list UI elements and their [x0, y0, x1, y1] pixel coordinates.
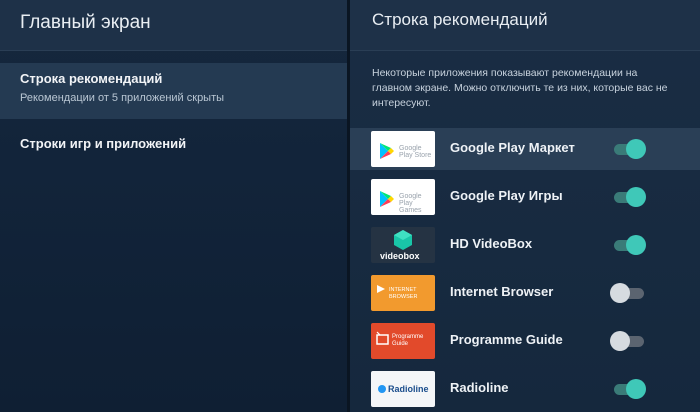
app-name: Programme Guide: [450, 332, 563, 347]
toggle-google-play-games[interactable]: [614, 187, 646, 207]
left-panel-title: Главный экран: [20, 12, 151, 33]
right-panel: Строка рекомендаций Некоторые приложения…: [350, 0, 700, 412]
toggle-knob: [626, 139, 646, 159]
app-name: Google Play Маркет: [450, 140, 575, 155]
app-name: Internet Browser: [450, 284, 554, 299]
left-panel: Главный экран Строка рекомендаций Рекоме…: [0, 0, 347, 412]
radioline-thumbnail: Radioline: [371, 371, 435, 407]
app-row-google-play-games[interactable]: Google Play Games Google Play Игры: [350, 176, 700, 218]
toggle-google-play-market[interactable]: [614, 139, 646, 159]
toggle-programme-guide[interactable]: [610, 331, 646, 351]
app-row-radioline[interactable]: Radioline Radioline: [350, 368, 700, 410]
thumb-caption: Google Play Store: [399, 145, 432, 159]
toggle-internet-browser[interactable]: [610, 283, 646, 303]
google-play-store-thumbnail: Google Play Store: [371, 131, 435, 167]
videobox-thumbnail: videobox: [371, 227, 435, 263]
thumb-caption: INTERNET BROWSER: [389, 287, 418, 300]
app-name: HD VideoBox: [450, 236, 533, 251]
thumb-caption: Radioline: [388, 384, 429, 394]
app-name: Radioline: [450, 380, 509, 395]
left-header: Главный экран: [0, 0, 347, 51]
description-text: Некоторые приложения показывают рекоменд…: [372, 67, 668, 109]
toggle-knob: [626, 235, 646, 255]
toggle-knob: [626, 187, 646, 207]
app-row-google-play-market[interactable]: Google Play Store Google Play Маркет: [350, 128, 700, 170]
toggle-knob: [610, 331, 630, 351]
thumb-caption: videobox: [380, 251, 420, 261]
right-header: Строка рекомендаций: [350, 0, 700, 51]
programme-guide-thumbnail: Programme Guide: [371, 323, 435, 359]
thumb-caption: Google Play Games: [399, 193, 422, 214]
toggle-knob: [610, 283, 630, 303]
menu-item-games-apps-rows[interactable]: Строки игр и приложений: [0, 126, 347, 166]
toggle-radioline[interactable]: [614, 379, 646, 399]
menu-item-recommendations-row[interactable]: Строка рекомендаций Рекомендации от 5 пр…: [0, 63, 347, 119]
toggle-knob: [626, 379, 646, 399]
thumb-caption: Programme Guide: [392, 334, 424, 347]
app-row-internet-browser[interactable]: INTERNET BROWSER Internet Browser: [350, 272, 700, 314]
menu-item-title: Строка рекомендаций: [20, 71, 163, 86]
internet-browser-thumbnail: INTERNET BROWSER: [371, 275, 435, 311]
menu-item-title: Строки игр и приложений: [20, 136, 187, 151]
menu-item-subtitle: Рекомендации от 5 приложений скрыты: [20, 92, 225, 104]
right-panel-title: Строка рекомендаций: [372, 10, 548, 29]
app-row-hd-videobox[interactable]: videobox HD VideoBox: [350, 224, 700, 266]
google-play-games-thumbnail: Google Play Games: [371, 179, 435, 215]
toggle-hd-videobox[interactable]: [614, 235, 646, 255]
app-row-programme-guide[interactable]: Programme Guide Programme Guide: [350, 320, 700, 362]
app-name: Google Play Игры: [450, 188, 563, 203]
